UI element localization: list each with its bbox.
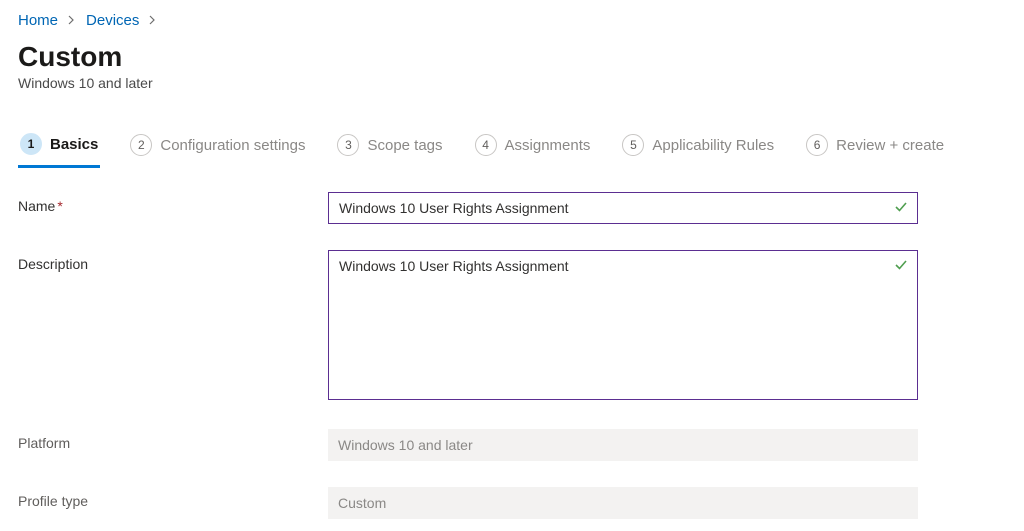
- profile-type-label: Profile type: [18, 487, 328, 509]
- step-label: Assignments: [505, 137, 591, 154]
- page-title: Custom: [18, 41, 1006, 73]
- step-label: Configuration settings: [160, 137, 305, 154]
- description-input[interactable]: [328, 250, 918, 400]
- step-assignments[interactable]: 4 Assignments: [473, 128, 593, 166]
- step-number: 3: [337, 134, 359, 156]
- required-indicator: *: [57, 198, 62, 214]
- description-label: Description: [18, 250, 328, 272]
- row-name: Name*: [18, 192, 918, 224]
- breadcrumb-devices[interactable]: Devices: [86, 12, 139, 29]
- row-profile-type: Profile type Custom: [18, 487, 918, 519]
- step-number: 1: [20, 133, 42, 155]
- breadcrumb-home[interactable]: Home: [18, 12, 58, 29]
- step-label: Basics: [50, 136, 98, 153]
- step-number: 4: [475, 134, 497, 156]
- chevron-right-icon: [68, 14, 76, 28]
- profile-type-value: Custom: [328, 487, 918, 519]
- name-input[interactable]: [328, 192, 918, 224]
- step-applicability-rules[interactable]: 5 Applicability Rules: [620, 128, 776, 166]
- step-label: Scope tags: [367, 137, 442, 154]
- step-configuration-settings[interactable]: 2 Configuration settings: [128, 128, 307, 166]
- step-number: 5: [622, 134, 644, 156]
- breadcrumb: Home Devices: [18, 12, 1006, 29]
- row-description: Description: [18, 250, 918, 403]
- step-number: 6: [806, 134, 828, 156]
- step-scope-tags[interactable]: 3 Scope tags: [335, 128, 444, 166]
- platform-value: Windows 10 and later: [328, 429, 918, 461]
- row-platform: Platform Windows 10 and later: [18, 429, 918, 461]
- step-review-create[interactable]: 6 Review + create: [804, 128, 946, 166]
- chevron-right-icon: [149, 14, 157, 28]
- form-area: Name* Description Platform Windows 10 an…: [18, 192, 918, 519]
- step-number: 2: [130, 134, 152, 156]
- wizard-steps: 1 Basics 2 Configuration settings 3 Scop…: [18, 127, 1006, 168]
- step-label: Review + create: [836, 137, 944, 154]
- step-basics[interactable]: 1 Basics: [18, 127, 100, 168]
- step-label: Applicability Rules: [652, 137, 774, 154]
- name-label: Name*: [18, 192, 328, 214]
- page-subtitle: Windows 10 and later: [18, 75, 1006, 91]
- platform-label: Platform: [18, 429, 328, 451]
